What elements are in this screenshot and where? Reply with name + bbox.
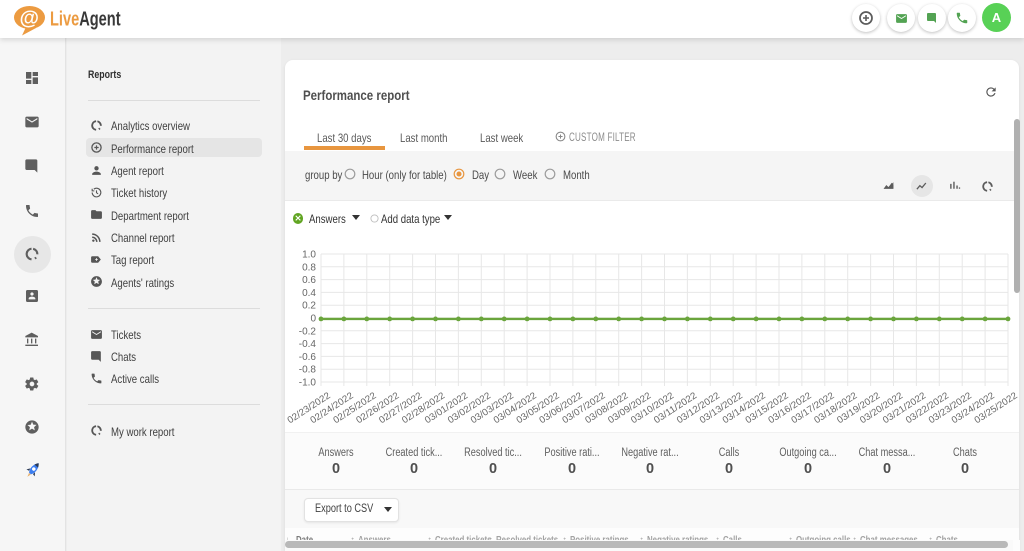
svg-text:0.6: 0.6 <box>302 275 316 286</box>
svg-text:LiveAgent: LiveAgent <box>50 7 121 30</box>
svg-text:-0.8: -0.8 <box>299 365 317 376</box>
svg-text:0.4: 0.4 <box>302 288 316 299</box>
svg-text:-0.2: -0.2 <box>299 326 317 337</box>
svg-text:-0.4: -0.4 <box>299 339 317 350</box>
svg-text:0: 0 <box>310 314 316 325</box>
svg-text:-0.6: -0.6 <box>299 352 317 363</box>
svg-text:@: @ <box>20 8 40 30</box>
svg-text:0.8: 0.8 <box>302 262 316 273</box>
svg-text:-1.0: -1.0 <box>299 378 317 389</box>
svg-text:0.2: 0.2 <box>302 301 316 312</box>
svg-text:1.0: 1.0 <box>302 250 316 261</box>
